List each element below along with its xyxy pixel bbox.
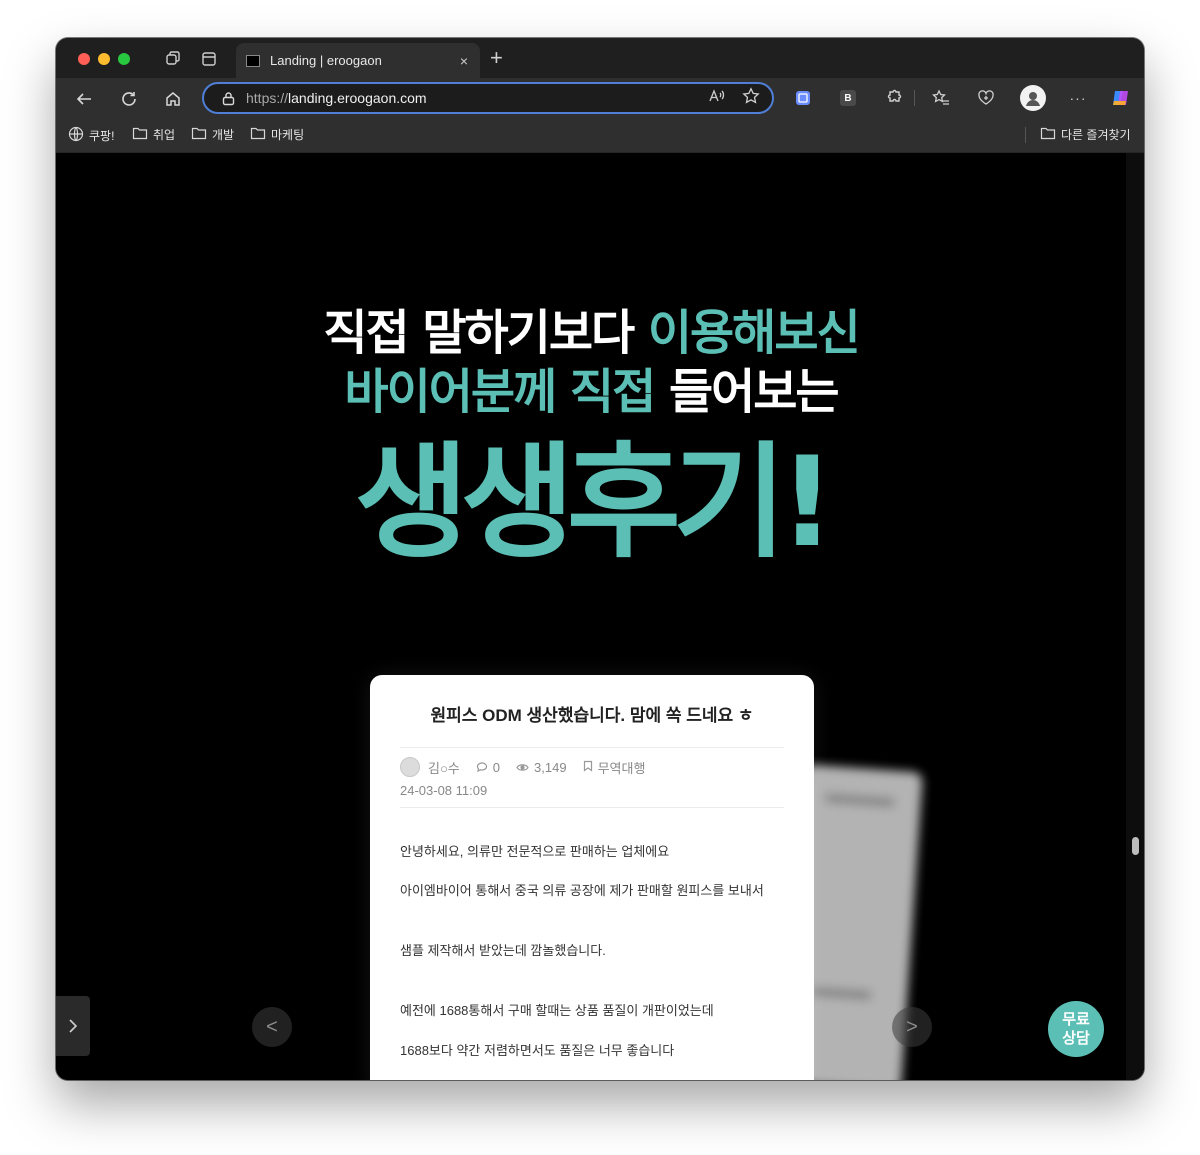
category-value: 무역대행 <box>597 760 646 776</box>
bookmark-folder-dev[interactable]: 개발 <box>191 126 234 143</box>
bookmark-label: 마케팅 <box>271 128 305 142</box>
free-consultation-button[interactable]: 무료 상담 <box>1048 1001 1104 1057</box>
review-date: 24-03-08 11:09 <box>400 783 488 798</box>
divider <box>400 747 784 748</box>
folder-icon <box>250 126 266 143</box>
extension-b-icon[interactable]: B <box>837 87 859 109</box>
read-aloud-icon[interactable] <box>708 88 726 109</box>
browser-essentials-icon[interactable] <box>975 87 997 109</box>
view-count-value: 3,149 <box>534 759 567 775</box>
minimize-window-button[interactable] <box>98 53 110 65</box>
review-paragraph: 샘플 제작해서 받았는데 깜놀했습니다. <box>400 943 606 958</box>
scrollbar-thumb[interactable] <box>1132 837 1139 855</box>
review-meta: 김○수 0 3,149 무역대행 <box>400 757 661 777</box>
tab-close-button[interactable]: × <box>460 53 468 69</box>
favorite-star-icon[interactable] <box>742 86 760 110</box>
comment-icon <box>476 760 488 775</box>
url-text[interactable]: https://landing.eroogaon.com <box>246 90 708 106</box>
category: 무역대행 <box>583 758 646 777</box>
folder-icon <box>191 126 207 143</box>
bookmark-other-favorites[interactable]: 다른 즐겨찾기 <box>1040 126 1131 143</box>
author: 김○수 <box>428 758 460 777</box>
author-avatar <box>400 757 420 777</box>
consult-line-2: 상담 <box>1062 1030 1090 1047</box>
blurred-line <box>824 793 896 807</box>
tab-strip: Landing | eroogaon × + <box>56 38 1144 78</box>
tab-active[interactable]: Landing | eroogaon × <box>236 43 480 78</box>
bookmark-label: 다른 즐겨찾기 <box>1061 128 1131 142</box>
more-menu-icon[interactable]: ··· <box>1067 87 1089 109</box>
home-icon[interactable] <box>161 87 185 111</box>
review-paragraph: 안녕하세요, 의류만 전문적으로 판매하는 업체에요 <box>400 844 670 859</box>
url-scheme: https:// <box>246 90 289 106</box>
back-icon[interactable] <box>72 87 96 111</box>
url-domain: landing.eroogaon.com <box>288 90 427 106</box>
divider <box>400 807 784 808</box>
comment-count: 0 <box>476 760 500 775</box>
consult-line-1: 무료 <box>1062 1011 1090 1028</box>
page-scrollbar[interactable] <box>1126 153 1144 1080</box>
headline-big: 생생후기! <box>354 431 836 575</box>
side-panel-toggle[interactable] <box>56 996 90 1056</box>
browser-window: Landing | eroogaon × + https://landing.e… <box>56 38 1144 1080</box>
chevron-right-icon <box>69 1019 78 1033</box>
bookmark-label: 취업 <box>153 128 176 142</box>
eye-icon <box>516 760 529 775</box>
browser-toolbar: https://landing.eroogaon.com B ··· <box>56 78 1144 118</box>
comment-count-value: 0 <box>492 759 501 775</box>
close-window-button[interactable] <box>78 53 90 65</box>
bookmark-label: 개발 <box>212 128 235 142</box>
blurred-line <box>811 987 872 1000</box>
toolbar-divider <box>914 90 915 106</box>
view-count: 3,149 <box>516 760 567 775</box>
bookmark-icon <box>583 760 593 775</box>
copilot-icon[interactable] <box>1110 87 1132 109</box>
extension-capture-icon[interactable] <box>792 87 814 109</box>
tab-title: Landing | eroogaon <box>270 53 382 68</box>
zoom-window-button[interactable] <box>118 53 130 65</box>
review-card[interactable]: 원피스 ODM 생산했습니다. 맘에 쏙 드네요 ㅎ 김○수 0 3,149 무… <box>370 675 814 1080</box>
favorites-icon[interactable] <box>930 87 952 109</box>
web-content: 직접 말하기보다 이용해보신 바이어분께 직접 들어보는 생생후기! 원피스 O… <box>56 153 1144 1080</box>
author-name: 김○수 <box>428 760 460 776</box>
bookmark-coupang[interactable]: 쿠팡! <box>68 126 114 145</box>
lock-icon[interactable] <box>220 90 236 106</box>
extensions-puzzle-icon[interactable] <box>882 87 904 109</box>
bookmarks-divider <box>1025 127 1026 143</box>
refresh-icon[interactable] <box>117 87 141 111</box>
review-paragraph: 아이엠바이어 통해서 중국 의류 공장에 제가 판매할 원피스를 보내서 <box>400 883 764 898</box>
bookmarks-bar: 쿠팡! 취업 개발 마케팅 다른 즐겨찾기 <box>56 118 1144 153</box>
bookmark-folder-jobs[interactable]: 취업 <box>132 126 175 143</box>
workspaces-icon[interactable] <box>162 48 184 70</box>
review-title: 원피스 ODM 생산했습니다. 맘에 쏙 드네요 ㅎ <box>430 706 754 725</box>
review-paragraph: 예전에 1688통해서 구매 할때는 상품 품질이 개판이었는데 <box>400 1003 714 1018</box>
tab-actions-icon[interactable] <box>198 48 220 70</box>
folder-icon <box>1040 126 1056 143</box>
folder-icon <box>132 126 148 143</box>
bookmark-folder-marketing[interactable]: 마케팅 <box>250 126 304 143</box>
address-bar[interactable]: https://landing.eroogaon.com <box>202 82 774 114</box>
site-favicon <box>246 54 260 67</box>
review-paragraph: 1688보다 약간 저렴하면서도 품질은 너무 좋습니다 <box>400 1043 675 1058</box>
carousel-prev-button[interactable]: < <box>252 1007 292 1047</box>
bookmark-label: 쿠팡! <box>89 129 115 143</box>
globe-icon <box>68 126 84 145</box>
profile-avatar[interactable] <box>1020 85 1046 111</box>
new-tab-button[interactable]: + <box>490 47 503 69</box>
carousel-next-button[interactable]: > <box>892 1007 932 1047</box>
